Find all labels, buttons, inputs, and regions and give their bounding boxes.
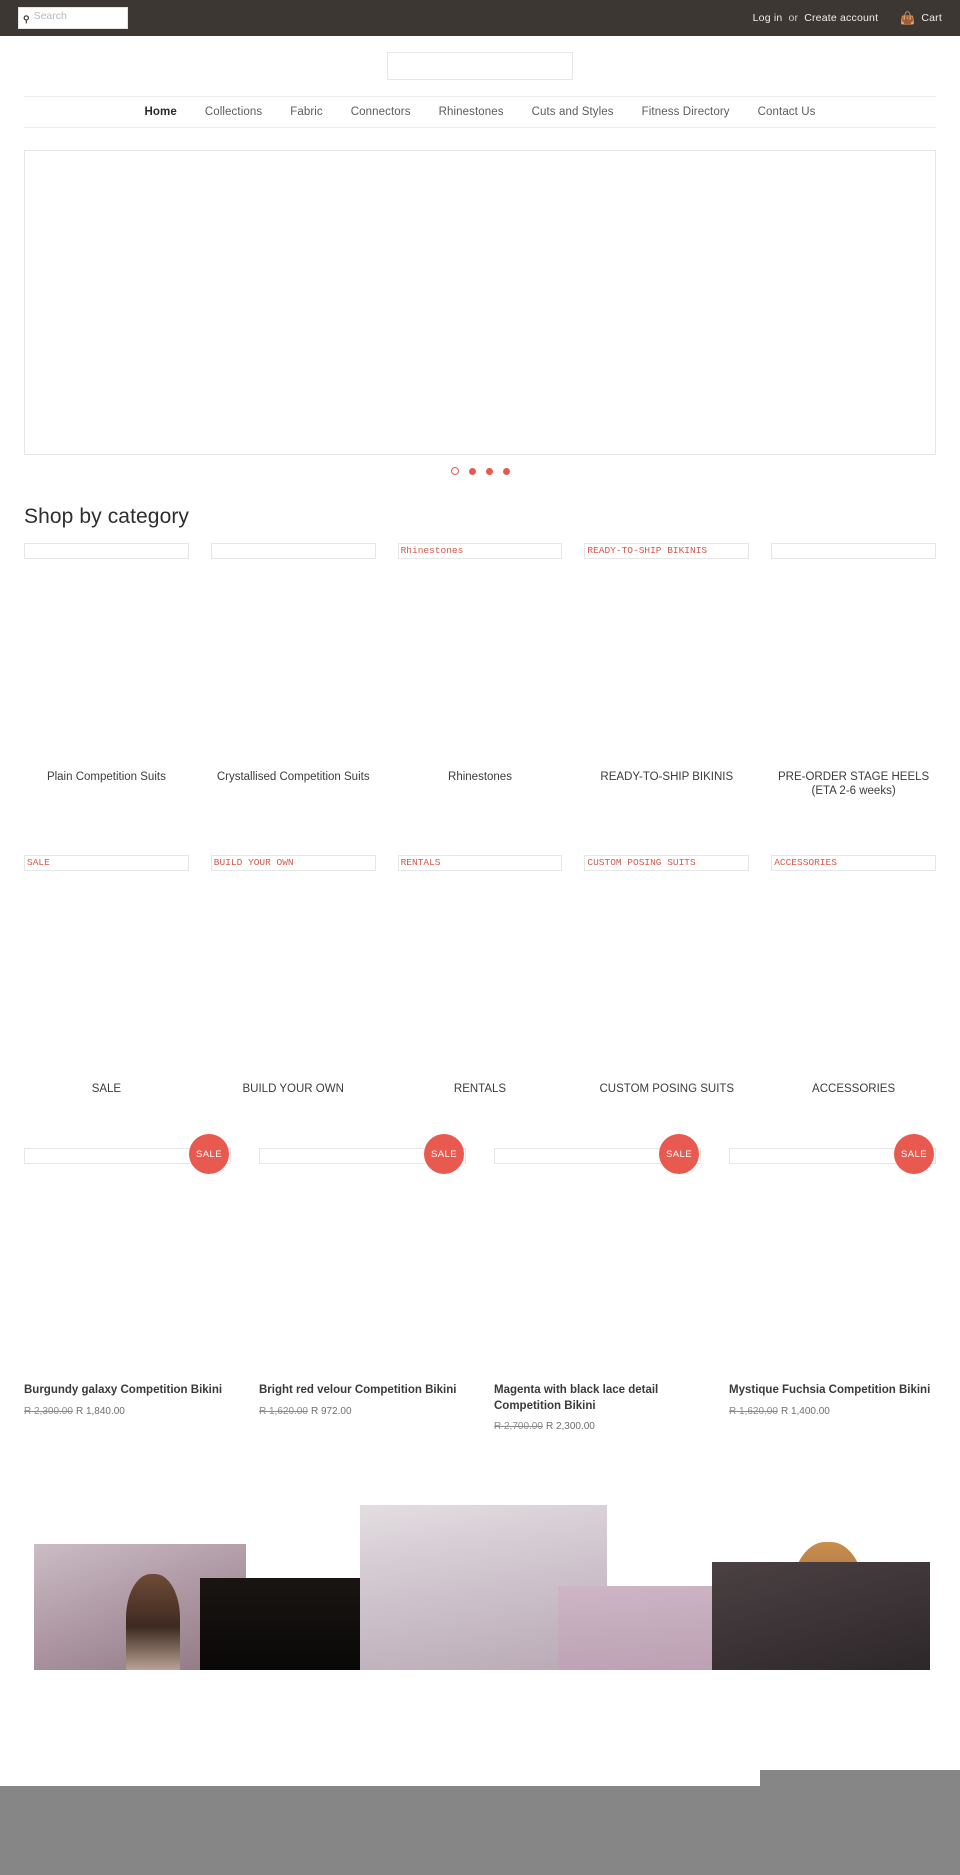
shop-by-category-title: Shop by category bbox=[24, 505, 190, 528]
category-image-alt: ACCESSORIES bbox=[774, 857, 837, 868]
site-logo[interactable] bbox=[387, 52, 573, 80]
product-title[interactable]: Bright red velour Competition Bikini bbox=[259, 1383, 466, 1399]
photo-gallery bbox=[0, 1470, 960, 1671]
slideshow-dot-1[interactable] bbox=[450, 467, 459, 475]
product-price-original: R 2,700.00 bbox=[494, 1421, 543, 1433]
category-image[interactable]: CUSTOM POSING SUITS bbox=[584, 854, 750, 871]
account-links: Log in or Create account 👜 Cart bbox=[753, 12, 942, 24]
product-price-original: R 1,620.00 bbox=[259, 1405, 308, 1417]
nav-item-contact-us[interactable]: Contact Us bbox=[744, 106, 830, 118]
category-image[interactable]: ACCESSORIES bbox=[771, 854, 936, 871]
site-header bbox=[0, 36, 960, 96]
category-card[interactable]: Crystallised Competition Suits bbox=[210, 543, 376, 799]
top-utility-bar: ⚲ Log in or Create account 👜 Cart bbox=[0, 0, 960, 36]
product-price-sale: R 2,300.00 bbox=[545, 1421, 595, 1433]
log-in-link[interactable]: Log in bbox=[753, 12, 783, 24]
category-image[interactable]: Rhinestones bbox=[397, 543, 563, 559]
category-label: ACCESSORIES bbox=[812, 1082, 896, 1095]
category-card[interactable]: Plain Competition Suits bbox=[24, 543, 189, 799]
slideshow-dot-4[interactable] bbox=[502, 467, 510, 475]
category-image[interactable]: BUILD YOUR OWN bbox=[210, 854, 376, 871]
category-card[interactable]: SALE SALE bbox=[24, 854, 189, 1096]
nav-item-rhinestones[interactable]: Rhinestones bbox=[425, 106, 518, 118]
product-price-sale: R 1,400.00 bbox=[780, 1405, 830, 1417]
nav-item-connectors[interactable]: Connectors bbox=[337, 106, 425, 118]
product-card[interactable]: SALE Mystique Fuchsia Competition Bikini… bbox=[729, 1134, 936, 1432]
product-grid: SALE Burgundy galaxy Competition Bikini … bbox=[24, 1134, 936, 1432]
product-price: R 1,620.00 R 1,400.00 bbox=[729, 1406, 936, 1417]
hero-slideshow[interactable] bbox=[24, 150, 936, 455]
category-image-alt: SALE bbox=[27, 857, 50, 868]
product-price-original: R 2,300.00 bbox=[24, 1405, 73, 1417]
product-card[interactable]: SALE Magenta with black lace detail Comp… bbox=[494, 1134, 701, 1432]
category-image[interactable] bbox=[24, 543, 189, 559]
category-image[interactable]: RENTALS bbox=[397, 854, 563, 871]
create-account-link[interactable]: Create account bbox=[804, 12, 878, 24]
category-card[interactable]: BUILD YOUR OWN BUILD YOUR OWN bbox=[210, 854, 376, 1096]
category-image-alt: RENTALS bbox=[400, 857, 441, 868]
category-label: CUSTOM POSING SUITS bbox=[599, 1082, 735, 1095]
sale-badge: SALE bbox=[189, 1134, 229, 1175]
product-title[interactable]: Magenta with black lace detail Competiti… bbox=[494, 1383, 701, 1414]
category-image-alt: BUILD YOUR OWN bbox=[213, 857, 294, 868]
category-label: SALE bbox=[91, 1082, 122, 1095]
category-image-alt: Rhinestones bbox=[400, 545, 464, 557]
product-card[interactable]: SALE Bright red velour Competition Bikin… bbox=[259, 1134, 466, 1432]
product-title[interactable]: Mystique Fuchsia Competition Bikini bbox=[729, 1383, 936, 1399]
slideshow-dot-2[interactable] bbox=[468, 467, 476, 475]
nav-item-fitness-directory[interactable]: Fitness Directory bbox=[628, 106, 744, 118]
sale-badge: SALE bbox=[894, 1134, 934, 1175]
gallery-photo[interactable] bbox=[712, 1562, 930, 1671]
category-image[interactable] bbox=[771, 543, 936, 559]
category-label: RENTALS bbox=[453, 1082, 507, 1095]
category-image[interactable]: SALE bbox=[24, 854, 189, 871]
product-price-sale: R 972.00 bbox=[310, 1405, 352, 1417]
product-card[interactable]: SALE Burgundy galaxy Competition Bikini … bbox=[24, 1134, 231, 1432]
sale-badge: SALE bbox=[424, 1134, 464, 1175]
product-price: R 1,620.00 R 972.00 bbox=[259, 1406, 466, 1417]
category-image[interactable] bbox=[210, 543, 376, 559]
category-card[interactable]: Rhinestones Rhinestones bbox=[397, 543, 563, 799]
category-card[interactable]: PRE-ORDER STAGE HEELS (ETA 2-6 weeks) bbox=[771, 543, 936, 799]
cart-link[interactable]: 👜 Cart bbox=[900, 12, 942, 24]
category-label: Rhinestones bbox=[448, 771, 512, 783]
nav-item-cuts-and-styles[interactable]: Cuts and Styles bbox=[518, 106, 628, 118]
category-card[interactable]: CUSTOM POSING SUITS CUSTOM POSING SUITS bbox=[584, 854, 750, 1096]
category-grid-row-1: Plain Competition Suits Crystallised Com… bbox=[24, 543, 936, 799]
search-input[interactable] bbox=[29, 10, 169, 22]
slideshow-pagination bbox=[0, 467, 960, 475]
cart-label: Cart bbox=[921, 12, 942, 24]
category-label: Crystallised Competition Suits bbox=[216, 771, 370, 783]
product-title[interactable]: Burgundy galaxy Competition Bikini bbox=[24, 1383, 231, 1399]
category-image[interactable]: READY-TO-SHIP BIKINIS bbox=[584, 543, 750, 559]
search-box[interactable]: ⚲ bbox=[18, 7, 169, 29]
category-card[interactable]: READY-TO-SHIP BIKINIS READY-TO-SHIP BIKI… bbox=[584, 543, 750, 799]
category-grid-row-2: SALE SALE BUILD YOUR OWN BUILD YOUR OWN … bbox=[24, 854, 936, 1096]
category-image-alt: READY-TO-SHIP BIKINIS bbox=[587, 545, 708, 557]
product-price-sale: R 1,840.00 bbox=[75, 1405, 125, 1417]
nav-item-fabric[interactable]: Fabric bbox=[276, 106, 337, 118]
category-card[interactable]: RENTALS RENTALS bbox=[397, 854, 563, 1096]
search-icon[interactable]: ⚲ bbox=[23, 11, 30, 25]
nav-item-home[interactable]: Home bbox=[130, 106, 190, 118]
sale-badge: SALE bbox=[659, 1134, 699, 1175]
nav-item-collections[interactable]: Collections bbox=[191, 106, 276, 118]
main-navigation: Home Collections Fabric Connectors Rhine… bbox=[24, 96, 936, 128]
product-price: R 2,300.00 R 1,840.00 bbox=[24, 1406, 231, 1417]
category-label: PRE-ORDER STAGE HEELS (ETA 2-6 weeks) bbox=[777, 771, 930, 798]
category-label: BUILD YOUR OWN bbox=[242, 1082, 344, 1095]
product-price: R 2,700.00 R 2,300.00 bbox=[494, 1421, 701, 1432]
category-label: Plain Competition Suits bbox=[46, 771, 166, 783]
shopping-cart-icon: 👜 bbox=[900, 11, 916, 25]
slideshow-dot-3[interactable] bbox=[485, 467, 493, 475]
product-price-original: R 1,620.00 bbox=[729, 1405, 778, 1417]
or-separator: or bbox=[788, 12, 799, 24]
loading-overlay bbox=[0, 1786, 960, 1875]
model-figure bbox=[126, 1574, 180, 1671]
category-card[interactable]: ACCESSORIES ACCESSORIES bbox=[771, 854, 936, 1096]
category-label: READY-TO-SHIP BIKINIS bbox=[600, 771, 734, 783]
category-image-alt: CUSTOM POSING SUITS bbox=[587, 857, 696, 868]
